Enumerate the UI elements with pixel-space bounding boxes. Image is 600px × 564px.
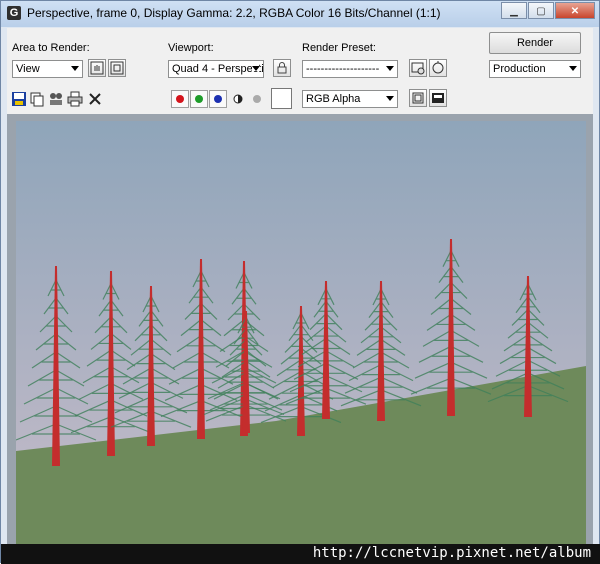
render-button[interactable]: Render [489, 32, 581, 54]
chevron-down-icon [71, 66, 79, 71]
clear-image-icon[interactable] [87, 91, 103, 107]
blue-channel-toggle[interactable] [209, 90, 227, 108]
watermark-bar: http://lccnetvip.pixnet.net/album [1, 544, 600, 564]
auto-region-button[interactable] [108, 59, 126, 77]
render-toolbar: Area to Render: View Viewport: Quad 4 - … [7, 28, 593, 114]
render-frame-window: G Perspective, frame 0, Display Gamma: 2… [0, 0, 600, 564]
region-select-icon [110, 61, 124, 75]
area-to-render-value: View [16, 63, 40, 75]
render-preset-label: Render Preset: [302, 42, 376, 54]
render-setup-icon [411, 62, 425, 75]
maximize-button[interactable]: ▢ [528, 2, 554, 19]
chevron-down-icon [252, 66, 260, 71]
red-dot-icon [176, 95, 184, 103]
print-image-icon[interactable] [67, 91, 83, 107]
window-controls: ▁ ▢ ✕ [500, 2, 595, 19]
area-to-render-dropdown[interactable]: View [12, 60, 83, 78]
teapot-icon [432, 61, 444, 74]
minimize-button[interactable]: ▁ [501, 2, 527, 19]
hand-region-icon [90, 61, 104, 75]
viewport-label: Viewport: [168, 42, 214, 54]
area-to-render-label: Area to Render: [12, 42, 90, 54]
viewport-dropdown[interactable]: Quad 4 - Perspective [168, 60, 264, 78]
viewport-value: Quad 4 - Perspective [172, 63, 264, 75]
color-swatch[interactable] [271, 88, 292, 109]
toggle-ui-overlay-button[interactable] [409, 89, 427, 107]
green-dot-icon [195, 95, 203, 103]
panel-icon [432, 93, 444, 103]
chevron-down-icon [569, 66, 577, 71]
channel-display-value: RGB Alpha [306, 93, 361, 105]
alpha-channel-icon[interactable] [230, 91, 246, 107]
toggle-ui-button[interactable] [429, 89, 447, 107]
copy-image-icon[interactable] [29, 91, 45, 107]
rendered-scene [16, 121, 586, 544]
channel-display-dropdown[interactable]: RGB Alpha [302, 90, 398, 108]
rendered-image-viewport [7, 114, 593, 544]
chevron-down-icon [386, 96, 394, 101]
app-logo-icon: G [7, 6, 21, 20]
production-mode-dropdown[interactable]: Production [489, 60, 581, 78]
watermark-url: http://lccnetvip.pixnet.net/album [312, 545, 591, 561]
chevron-down-icon [386, 66, 394, 71]
blue-dot-icon [214, 95, 222, 103]
production-mode-value: Production [493, 63, 546, 75]
environment-button[interactable] [429, 59, 447, 77]
render-setup-button[interactable] [409, 59, 427, 77]
save-image-icon[interactable] [11, 91, 27, 107]
window-title: Perspective, frame 0, Display Gamma: 2.2… [27, 6, 441, 20]
title-bar[interactable]: G Perspective, frame 0, Display Gamma: 2… [1, 1, 599, 27]
edit-region-button[interactable] [88, 59, 106, 77]
lock-icon [277, 62, 287, 74]
clone-frame-window-icon[interactable] [48, 91, 64, 107]
lock-viewport-button[interactable] [273, 59, 291, 77]
monochrome-icon[interactable] [249, 91, 265, 107]
close-button[interactable]: ✕ [555, 2, 595, 19]
render-preset-dropdown[interactable]: -------------------- [302, 60, 398, 78]
render-preset-value: -------------------- [306, 63, 380, 75]
overlay-icon [412, 92, 424, 104]
green-channel-toggle[interactable] [190, 90, 208, 108]
red-channel-toggle[interactable] [171, 90, 189, 108]
